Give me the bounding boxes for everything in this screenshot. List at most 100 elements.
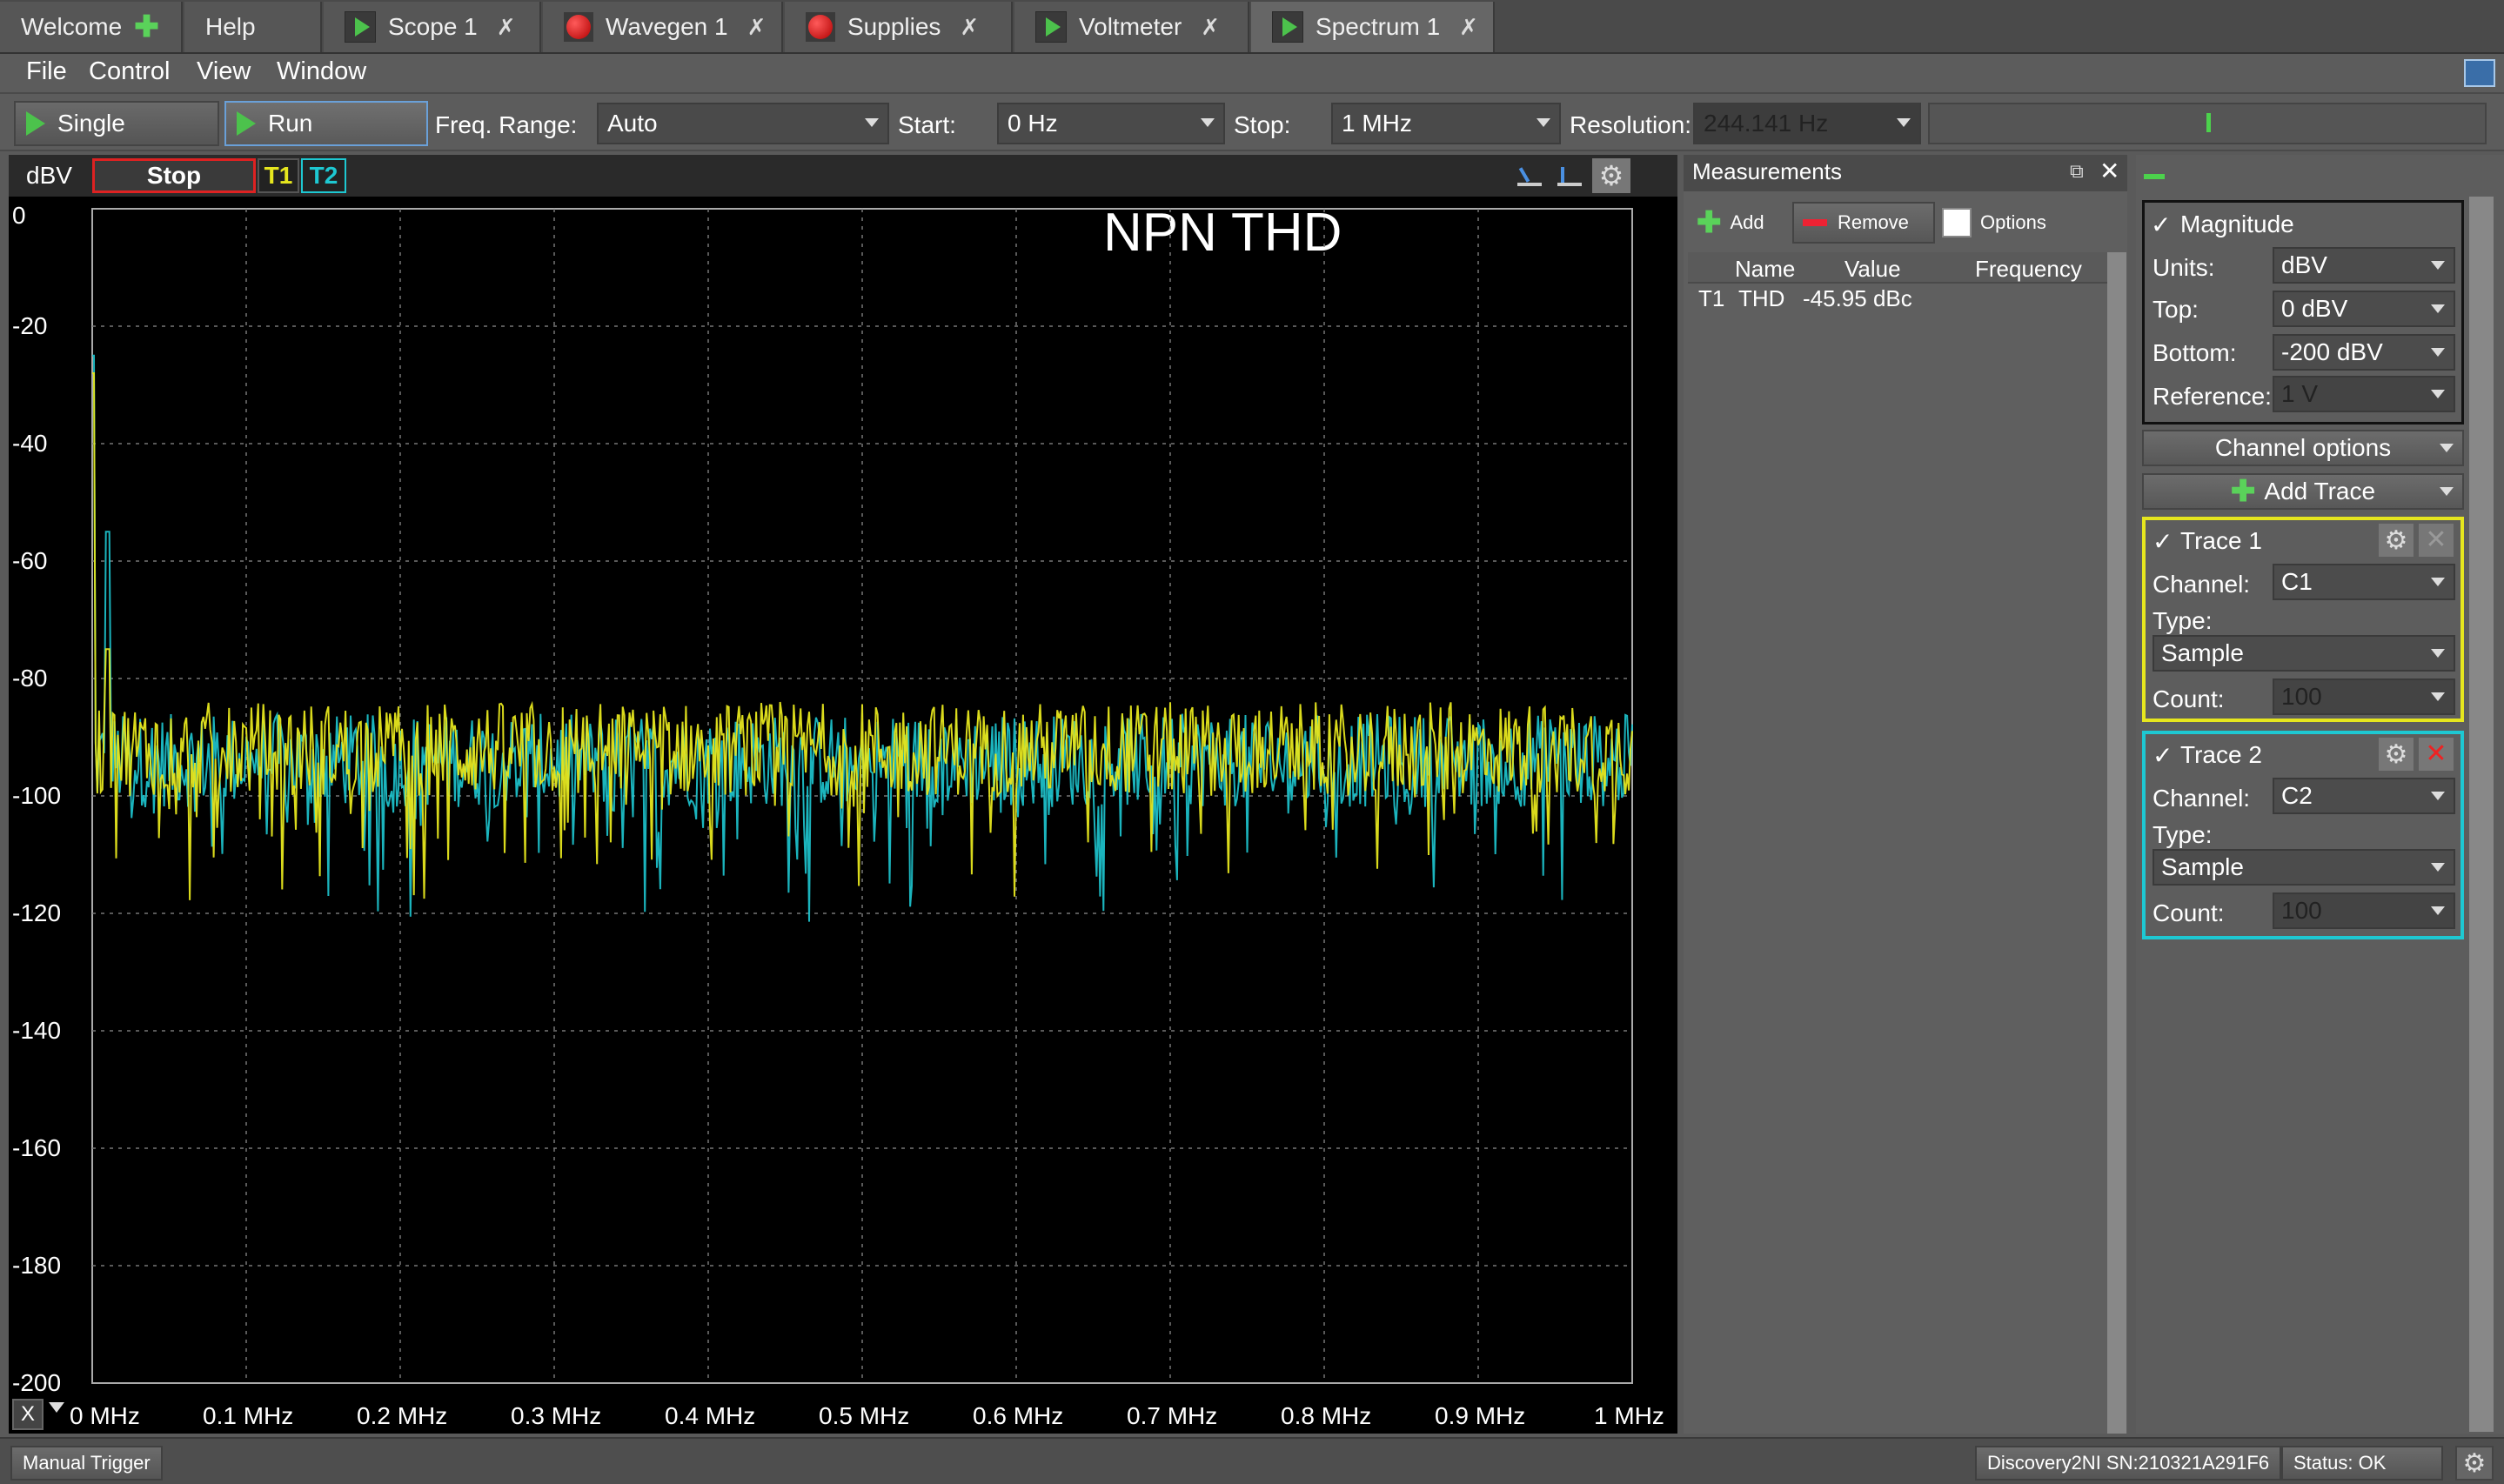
x-tick-label: 0.2 MHz: [357, 1402, 448, 1429]
chevron-down-icon: [2431, 390, 2445, 398]
y-tick-label: -180: [12, 1252, 62, 1279]
measurements-scrollbar[interactable]: [2107, 252, 2126, 1434]
plus-icon: ✚: [1697, 206, 1722, 239]
x-tick-label: 0.4 MHz: [665, 1402, 756, 1429]
panel-grip-icon: [2144, 174, 2165, 179]
check-icon[interactable]: ✓: [2153, 527, 2173, 556]
trace2-title: Trace 2: [2180, 741, 2262, 768]
gear-icon[interactable]: ⚙: [2455, 1446, 2494, 1481]
units-select[interactable]: dBV: [2273, 247, 2455, 284]
check-icon[interactable]: ✓: [2153, 741, 2173, 770]
chevron-down-icon: [2431, 304, 2445, 313]
bottom-label: Bottom:: [2153, 339, 2237, 366]
chevron-down-icon: [2431, 348, 2445, 357]
y-tick-label: -100: [12, 782, 62, 809]
type-value: Sample: [2161, 639, 2244, 666]
settings-scrollbar[interactable]: [2469, 197, 2494, 1432]
chevron-down-icon: [2431, 649, 2445, 658]
type-value: Sample: [2161, 853, 2244, 880]
y-tick-label: -80: [12, 665, 48, 692]
close-icon[interactable]: ✕: [2419, 738, 2454, 771]
channel-label: Channel:: [2153, 785, 2251, 812]
undock-icon[interactable]: ⧉: [2070, 160, 2084, 183]
close-icon[interactable]: ✕: [2419, 524, 2454, 557]
x-tick-label: 0.8 MHz: [1281, 1402, 1372, 1429]
chevron-down-icon[interactable]: [49, 1402, 64, 1413]
chevron-down-icon: [2440, 444, 2454, 452]
plot-grid: [91, 208, 1633, 1384]
add-trace-button[interactable]: ✚ Add Trace: [2142, 473, 2464, 510]
magnitude-label: Magnitude: [2180, 211, 2294, 237]
channel-value: C2: [2281, 782, 2313, 809]
add-label: Add: [1730, 211, 1764, 233]
trace2-channel-select[interactable]: C2: [2273, 778, 2455, 814]
top-select[interactable]: 0 dBV: [2273, 291, 2455, 327]
type-label: Type:: [2153, 607, 2213, 634]
x-tick-label: 0.1 MHz: [203, 1402, 294, 1429]
measurements-panel: [1684, 155, 2127, 1434]
x-tick-label: 0.7 MHz: [1127, 1402, 1218, 1429]
measurements-header: Measurements ⧉ ✕: [1684, 155, 2127, 191]
y-tick-label: -40: [12, 430, 48, 457]
chevron-down-icon: [2431, 792, 2445, 800]
minus-icon: [1803, 219, 1827, 226]
count-label: Count:: [2153, 685, 2225, 712]
top-label: Top:: [2153, 296, 2199, 323]
top-value: 0 dBV: [2281, 295, 2348, 322]
chevron-down-icon: [2440, 487, 2454, 496]
column-value: Value: [1845, 256, 1901, 282]
gear-icon[interactable]: ⚙: [2379, 524, 2414, 557]
trace1-count-select[interactable]: 100: [2273, 678, 2455, 715]
remove-measurement-button[interactable]: Remove: [1792, 202, 1935, 244]
units-label: Units:: [2153, 254, 2215, 281]
measurements-title: Measurements: [1692, 158, 1842, 184]
manual-trigger-button[interactable]: Manual Trigger: [10, 1446, 163, 1481]
status-bar: Manual Trigger Discovery2NI SN:210321A29…: [0, 1437, 2504, 1484]
gear-icon[interactable]: ⚙: [2379, 738, 2414, 771]
table-row[interactable]: T1 THD -45.95 dBc: [1688, 284, 2107, 315]
x-tick-label: 0.9 MHz: [1435, 1402, 1526, 1429]
column-name: Name: [1735, 256, 1796, 282]
options-button[interactable]: Options: [1942, 202, 2081, 244]
channel-label: Channel:: [2153, 571, 2251, 598]
trace2-count-select[interactable]: 100: [2273, 892, 2455, 929]
close-icon[interactable]: ✕: [2099, 157, 2119, 185]
spectrum-chart: [91, 208, 1633, 1384]
count-value: 100: [2281, 683, 2322, 710]
check-icon[interactable]: ✓: [2151, 211, 2171, 239]
chevron-down-icon: [2431, 578, 2445, 586]
chevron-down-icon: [2431, 863, 2445, 872]
channel-value: C1: [2281, 568, 2313, 595]
x-tick-label: 0.3 MHz: [511, 1402, 602, 1429]
units-value: dBV: [2281, 251, 2327, 278]
reference-label: Reference:: [2153, 383, 2272, 410]
column-frequency: Frequency: [1975, 256, 2082, 282]
x-tick-label: 0.5 MHz: [819, 1402, 910, 1429]
trace1-channel-select[interactable]: C1: [2273, 564, 2455, 600]
device-button[interactable]: Discovery2NI SN:210321A291F6: [1975, 1446, 2282, 1481]
status-badge[interactable]: Status: OK: [2281, 1446, 2443, 1481]
row-trace: T1: [1698, 285, 1725, 311]
x-axis-button[interactable]: X: [12, 1399, 44, 1430]
reference-select[interactable]: 1 V: [2273, 376, 2455, 412]
trace1-title: Trace 1: [2180, 527, 2262, 554]
chevron-down-icon: [2431, 906, 2445, 915]
count-label: Count:: [2153, 899, 2225, 926]
channel-options-button[interactable]: Channel options: [2142, 430, 2464, 466]
y-tick-label: -200: [12, 1369, 62, 1396]
row-value: -45.95 dBc: [1803, 285, 1912, 311]
chevron-down-icon: [2431, 261, 2445, 270]
x-tick-label: 0 MHz: [70, 1402, 140, 1429]
y-tick-label: -120: [12, 899, 62, 926]
y-tick-label: -60: [12, 547, 48, 574]
options-icon: [1942, 208, 1972, 237]
trace1-type-select[interactable]: Sample: [2153, 635, 2455, 672]
trace2-type-select[interactable]: Sample: [2153, 849, 2455, 886]
type-label: Type:: [2153, 821, 2213, 848]
count-value: 100: [2281, 897, 2322, 924]
chevron-down-icon: [2431, 692, 2445, 701]
row-name: THD: [1738, 285, 1785, 311]
bottom-select[interactable]: -200 dBV: [2273, 334, 2455, 371]
add-measurement-button[interactable]: ✚ Add: [1697, 202, 1787, 244]
y-tick-label: 0: [12, 202, 26, 229]
